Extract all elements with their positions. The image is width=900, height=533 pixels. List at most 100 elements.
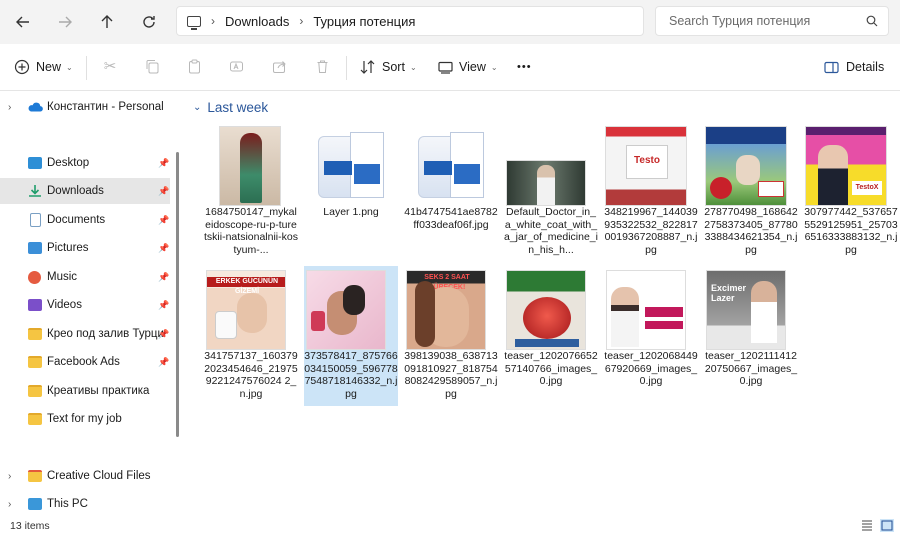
cut-icon[interactable]: ✂ xyxy=(101,57,119,75)
sidebar-item-folder-text-for-my-job[interactable]: Text for my job xyxy=(0,406,170,432)
back-button[interactable] xyxy=(9,8,37,36)
file-item[interactable]: ERKEK GÜCÜNÜN GİZEMİ 341757137_160379202… xyxy=(204,266,298,406)
more-options-button[interactable]: ••• xyxy=(517,56,532,78)
search-input[interactable]: Search Турция потенция xyxy=(655,6,889,36)
file-item[interactable]: SEKS 2 SAAT SÜRECEK! 398139038_638713091… xyxy=(404,266,498,406)
view-button[interactable]: View ⌄ xyxy=(438,56,498,78)
file-item[interactable]: Testo 348219967_144039935322532_82281700… xyxy=(604,122,698,262)
file-name: 341757137_1603792023454646_2197592212475… xyxy=(204,350,298,400)
details-pane-icon xyxy=(824,61,839,73)
file-name: 41b4747541ae8782ff033deaf06f.jpg xyxy=(404,206,498,231)
image-thumbnail: Testo xyxy=(605,126,687,206)
monitor-icon xyxy=(187,15,201,30)
file-item[interactable]: Excimer Lazer teaser_120211141220750667_i… xyxy=(704,266,798,406)
new-button[interactable]: New ⌄ xyxy=(14,56,73,78)
address-box[interactable]: › Downloads › Турция потенция xyxy=(176,6,644,36)
paste-icon[interactable] xyxy=(185,57,203,75)
sidebar-item-folder-facebook-ads[interactable]: Facebook Ads 📌 xyxy=(0,349,170,375)
this-pc-icon xyxy=(28,498,42,510)
sidebar-item-label: This PC xyxy=(47,498,88,510)
file-item[interactable]: 1684750147_mykaleidoscope-ru-p-turetskii… xyxy=(204,122,298,262)
sidebar-item-label: Константин - Personal xyxy=(47,101,164,113)
refresh-button[interactable] xyxy=(135,8,163,36)
image-thumbnail xyxy=(606,270,686,350)
sidebar-item-label: Pictures xyxy=(47,242,89,254)
sidebar-item-desktop[interactable]: Desktop 📌 xyxy=(0,150,170,176)
sidebar-item-folder-kreativy[interactable]: Креативы практика xyxy=(0,378,170,404)
group-header[interactable]: ⌄ Last week xyxy=(193,100,268,115)
share-icon[interactable] xyxy=(270,57,288,75)
file-name: 278770498_1686422758373405_8778033884346… xyxy=(704,206,798,256)
image-thumbnail xyxy=(306,270,386,350)
pin-icon: 📌 xyxy=(158,214,170,225)
refresh-icon xyxy=(143,16,155,28)
up-button[interactable] xyxy=(93,8,121,36)
image-thumbnail: TestoX xyxy=(805,126,887,206)
view-label: View xyxy=(459,60,486,74)
forward-button[interactable] xyxy=(51,8,79,36)
file-item[interactable]: Layer 1.png xyxy=(304,122,398,262)
file-name: 1684750147_mykaleidoscope-ru-p-turetskii… xyxy=(204,206,298,256)
arrow-left-icon xyxy=(16,16,29,28)
file-item[interactable]: 278770498_1686422758373405_8778033884346… xyxy=(704,122,798,262)
cloud-icon xyxy=(28,102,43,112)
sort-button[interactable]: Sort ⌄ xyxy=(360,56,417,78)
copy-icon[interactable] xyxy=(143,57,161,75)
folder-icon xyxy=(28,413,42,425)
sidebar-item-downloads[interactable]: Downloads 📌 xyxy=(0,178,170,204)
file-list: ⌄ Last week 1684750147_mykaleidoscope-ru… xyxy=(185,92,900,518)
large-icons-view-icon[interactable] xyxy=(880,519,894,532)
address-bar-row: › Downloads › Турция потенция Search Тур… xyxy=(0,0,900,44)
pin-icon: 📌 xyxy=(158,271,170,282)
sidebar-scrollbar[interactable] xyxy=(176,152,179,437)
pictures-icon xyxy=(28,242,42,254)
file-name: teaser_120206844967920669_images_0.jpg xyxy=(604,350,698,387)
file-item[interactable]: teaser_120207665257140766_images_0.jpg xyxy=(504,266,598,406)
sidebar-item-label: Documents xyxy=(47,214,106,226)
sidebar-item-onedrive[interactable]: › Константин - Personal xyxy=(0,94,170,120)
sidebar-item-label: Крео под залив Турци xyxy=(47,328,164,340)
plus-circle-icon xyxy=(14,59,30,75)
sidebar-item-pictures[interactable]: Pictures 📌 xyxy=(0,235,170,261)
details-view-icon[interactable] xyxy=(860,519,874,532)
image-thumbnail: ERKEK GÜCÜNÜN GİZEMİ xyxy=(206,270,286,350)
navigation-pane: › Константин - Personal Desktop 📌 Downlo… xyxy=(0,92,178,518)
search-placeholder: Search Турция потенция xyxy=(669,14,811,28)
file-item[interactable]: TestoX 307977442_5376575529125951_257036… xyxy=(804,122,898,262)
file-item[interactable]: 41b4747541ae8782ff033deaf06f.jpg xyxy=(404,122,498,262)
sidebar-item-videos[interactable]: Videos 📌 xyxy=(0,292,170,318)
sidebar-item-folder-kreo[interactable]: Крео под залив Турци 📌 xyxy=(0,321,170,347)
breadcrumb-downloads[interactable]: Downloads xyxy=(225,14,289,29)
pin-icon: 📌 xyxy=(158,157,170,168)
file-name: teaser_120211141220750667_images_0.jpg xyxy=(704,350,798,387)
file-item[interactable]: 373578417_875766034150059_59677875487181… xyxy=(304,266,398,406)
sidebar-item-label: Music xyxy=(47,271,78,283)
videos-icon xyxy=(28,299,42,311)
pin-icon: 📌 xyxy=(158,185,170,196)
file-name: 348219967_144039935322532_82281700193672… xyxy=(604,206,698,256)
file-item[interactable]: teaser_120206844967920669_images_0.jpg xyxy=(604,266,698,406)
chevron-right-icon: › xyxy=(299,14,304,28)
file-name: Default_Doctor_in_a_white_coat_with_a_ja… xyxy=(504,206,598,256)
breadcrumb-current-folder[interactable]: Турция потенция xyxy=(313,14,415,29)
image-thumbnail: SEKS 2 SAAT SÜRECEK! xyxy=(406,270,486,350)
sidebar-item-creative-cloud[interactable]: › Creative Cloud Files xyxy=(0,463,170,489)
file-name: 307977442_5376575529125951_2570365163338… xyxy=(804,206,898,256)
search-icon xyxy=(866,15,878,27)
pin-icon: 📌 xyxy=(158,356,170,367)
delete-icon[interactable] xyxy=(313,57,331,75)
chevron-down-icon: ⌄ xyxy=(66,62,73,72)
sidebar-item-music[interactable]: Music 📌 xyxy=(0,264,170,290)
file-item[interactable]: Default_Doctor_in_a_white_coat_with_a_ja… xyxy=(504,122,598,262)
rename-icon[interactable] xyxy=(227,57,245,75)
pin-icon: 📌 xyxy=(158,242,170,253)
sidebar-item-label: Creative Cloud Files xyxy=(47,470,151,482)
chevron-right-icon: › xyxy=(8,470,12,482)
command-bar: New ⌄ ✂ Sort ⌄ View ⌄ ••• Details xyxy=(0,44,900,91)
details-button[interactable]: Details xyxy=(824,56,884,78)
sidebar-item-documents[interactable]: Documents 📌 xyxy=(0,207,170,233)
divider xyxy=(86,56,87,80)
chevron-down-icon: ⌄ xyxy=(409,62,417,72)
sidebar-item-this-pc[interactable]: › This PC xyxy=(0,491,170,517)
pin-icon: 📌 xyxy=(158,328,170,339)
